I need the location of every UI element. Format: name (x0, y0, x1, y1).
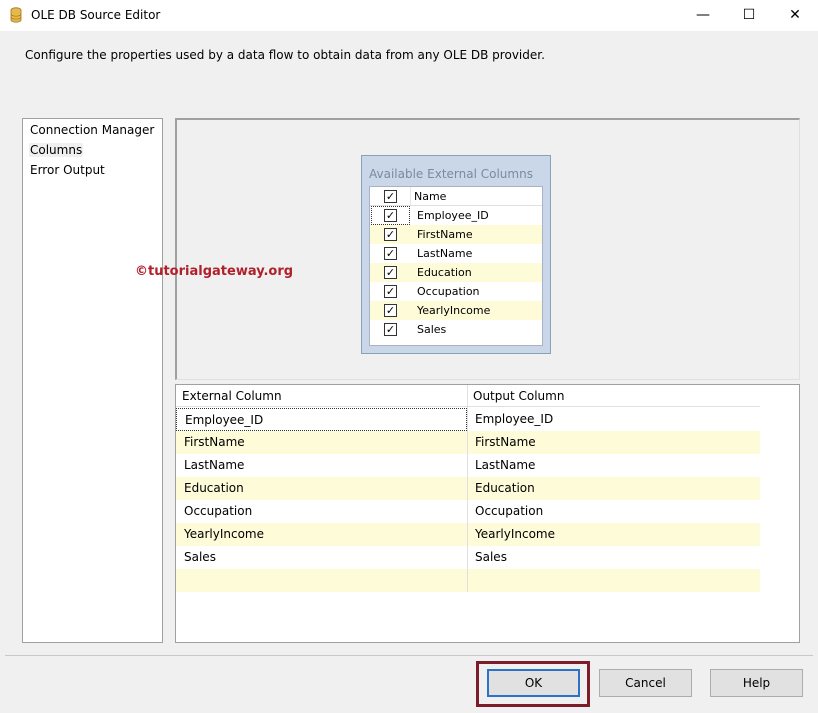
table-row[interactable]: Education Education (176, 477, 760, 500)
output-column-cell[interactable]: LastName (467, 454, 535, 477)
column-divider (467, 385, 468, 592)
close-icon: ✕ (789, 7, 801, 23)
external-column-cell[interactable]: Education (176, 477, 467, 500)
column-checkbox[interactable]: ✓ (384, 323, 397, 336)
column-separator (410, 187, 411, 206)
column-name: Sales (417, 323, 447, 336)
column-checkbox[interactable]: ✓ (384, 228, 397, 241)
external-column-cell[interactable] (176, 569, 467, 592)
column-name: Occupation (417, 285, 480, 298)
available-column-row[interactable]: ✓ Sales (370, 320, 542, 339)
column-mapping-grid: External Column Output Column Employee_I… (175, 384, 800, 643)
external-column-cell[interactable]: Sales (176, 546, 467, 569)
column-checkbox[interactable]: ✓ (384, 304, 397, 317)
nav-item-connection-manager[interactable]: Connection Manager (29, 123, 155, 137)
maximize-icon: ☐ (742, 7, 756, 23)
name-header: Name (414, 190, 447, 203)
available-column-row[interactable]: ✓ FirstName (370, 225, 542, 244)
column-name: Education (417, 266, 472, 279)
output-column-cell[interactable]: YearlyIncome (467, 523, 555, 546)
available-column-row[interactable]: ✓ LastName (370, 244, 542, 263)
column-name: Employee_ID (417, 209, 489, 222)
title-bar: OLE DB Source Editor — ☐ ✕ (0, 0, 818, 31)
help-button[interactable]: Help (710, 669, 803, 697)
page-navigation: Connection Manager Columns Error Output (22, 118, 163, 643)
output-column-cell[interactable]: FirstName (467, 431, 536, 454)
nav-item-columns[interactable]: Columns (29, 143, 84, 157)
output-column-cell[interactable]: Employee_ID (467, 408, 553, 431)
table-row[interactable]: LastName LastName (176, 454, 760, 477)
external-column-cell[interactable]: Occupation (176, 500, 467, 523)
maximize-button[interactable]: ☐ (726, 0, 772, 31)
column-checkbox[interactable]: ✓ (384, 247, 397, 260)
available-columns-title: Available External Columns (369, 167, 533, 181)
column-checkbox[interactable]: ✓ (384, 266, 397, 279)
column-name: FirstName (417, 228, 473, 241)
footer-divider (5, 655, 813, 656)
column-checkbox[interactable]: ✓ (384, 285, 397, 298)
available-column-row[interactable]: ✓ Employee_ID (370, 206, 542, 225)
watermark-text: ©tutorialgateway.org (135, 264, 294, 279)
available-column-row[interactable]: ✓ Occupation (370, 282, 542, 301)
external-column-cell[interactable]: YearlyIncome (176, 523, 467, 546)
grid-header: External Column Output Column (176, 385, 760, 407)
minimize-button[interactable]: — (680, 0, 726, 31)
external-column-cell[interactable]: LastName (176, 454, 467, 477)
external-column-cell[interactable]: Employee_ID (176, 408, 467, 431)
minimize-icon: — (696, 7, 710, 23)
external-column-header: External Column (182, 389, 282, 403)
table-row[interactable]: Occupation Occupation (176, 500, 760, 523)
available-column-row[interactable]: ✓ Education (370, 263, 542, 282)
editor-description: Configure the properties used by a data … (25, 48, 545, 62)
table-row-new[interactable] (176, 569, 760, 592)
column-checkbox[interactable]: ✓ (384, 209, 397, 222)
close-button[interactable]: ✕ (772, 0, 818, 31)
table-row[interactable]: Employee_ID Employee_ID (176, 408, 760, 431)
output-column-header: Output Column (473, 389, 565, 403)
cancel-button[interactable]: Cancel (599, 669, 692, 697)
select-all-checkbox[interactable]: ✓ (384, 190, 397, 203)
external-column-cell[interactable]: FirstName (176, 431, 467, 454)
output-column-cell[interactable] (467, 569, 475, 592)
table-row[interactable]: YearlyIncome YearlyIncome (176, 523, 760, 546)
nav-item-error-output[interactable]: Error Output (29, 163, 106, 177)
available-external-columns-panel: Available External Columns ✓ Name ✓ Empl… (361, 155, 551, 354)
output-column-cell[interactable]: Sales (467, 546, 507, 569)
ok-button[interactable]: OK (487, 669, 580, 697)
available-columns-list: ✓ Name ✓ Employee_ID ✓ FirstName ✓ LastN… (369, 186, 543, 346)
window-title: OLE DB Source Editor (31, 8, 161, 22)
available-column-row[interactable]: ✓ YearlyIncome (370, 301, 542, 320)
available-columns-header: ✓ Name (370, 187, 542, 206)
table-row[interactable]: Sales Sales (176, 546, 760, 569)
database-icon (9, 7, 23, 23)
column-name: YearlyIncome (417, 304, 491, 317)
column-name: LastName (417, 247, 473, 260)
output-column-cell[interactable]: Education (467, 477, 535, 500)
table-row[interactable]: FirstName FirstName (176, 431, 760, 454)
output-column-cell[interactable]: Occupation (467, 500, 543, 523)
